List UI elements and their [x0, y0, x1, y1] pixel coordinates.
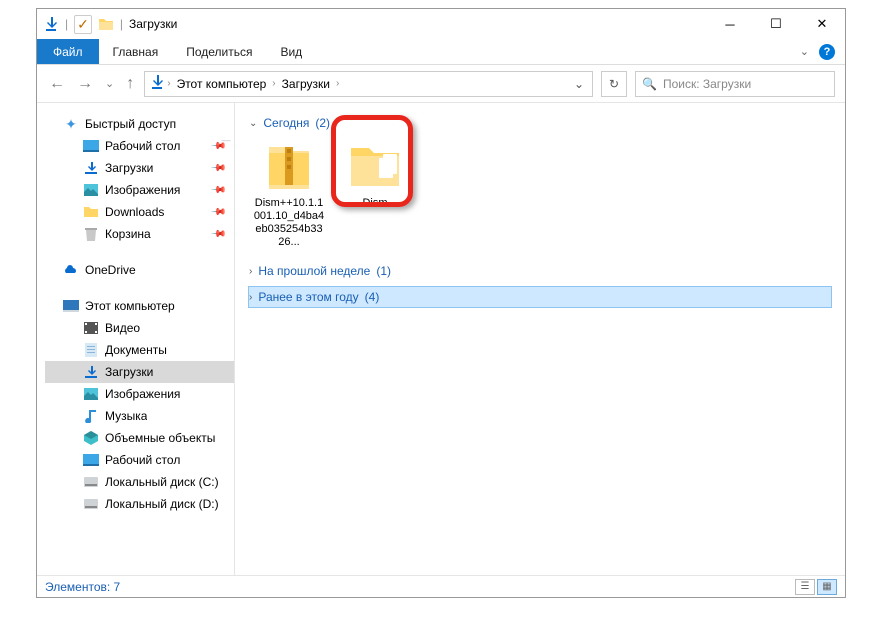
desktop-icon — [83, 138, 99, 154]
group-count: (2) — [315, 116, 330, 130]
sidebar-item-video[interactable]: Видео — [45, 317, 234, 339]
close-button[interactable]: ✕ — [799, 9, 845, 39]
expand-ribbon-icon[interactable]: ⌄ — [800, 45, 809, 58]
group-count: (4) — [365, 290, 380, 304]
disk-icon — [83, 496, 99, 512]
breadcrumb[interactable]: Загрузки — [278, 77, 334, 91]
sidebar-item-desktop[interactable]: Рабочий стол📌 — [45, 135, 234, 157]
sidebar-scrollbar[interactable]: — — [218, 103, 234, 575]
folder-icon — [83, 204, 99, 220]
search-box[interactable]: 🔍 Поиск: Загрузки — [635, 71, 835, 97]
explorer-window: | ✓ | Загрузки ─ ☐ ✕ Файл Главная Подели… — [36, 8, 846, 598]
chevron-right-icon: › — [249, 292, 252, 303]
file-item-zip[interactable]: Dism++10.1.1001.10_d4ba4eb035254b3326... — [253, 139, 325, 249]
ribbon-tab-share[interactable]: Поделиться — [172, 39, 266, 64]
chevron-right-icon[interactable]: › — [336, 78, 339, 89]
separator: | — [65, 17, 68, 31]
sidebar-onedrive[interactable]: OneDrive — [45, 259, 234, 281]
sidebar-item-music[interactable]: Музыка — [45, 405, 234, 427]
pc-icon — [63, 298, 79, 314]
nav-bar: ← → ⌄ ↑ › Этот компьютер › Загрузки › ⌄ … — [37, 65, 845, 103]
download-arrow-icon — [43, 16, 59, 32]
group-last-week: › На прошлой неделе (1) — [249, 261, 831, 281]
file-tab[interactable]: Файл — [37, 39, 99, 64]
details-view-button[interactable]: ☰ — [795, 579, 815, 595]
disk-icon — [83, 474, 99, 490]
search-placeholder: Поиск: Загрузки — [663, 77, 751, 91]
group-header[interactable]: › Ранее в этом году (4) — [249, 287, 831, 307]
sidebar-item-downloads[interactable]: Загрузки — [45, 361, 234, 383]
address-bar[interactable]: › Этот компьютер › Загрузки › ⌄ — [144, 71, 593, 97]
sidebar-item-documents[interactable]: Документы — [45, 339, 234, 361]
sidebar-this-pc[interactable]: Этот компьютер — [45, 295, 234, 317]
up-button[interactable]: ↑ — [124, 75, 136, 93]
icons-view-button[interactable]: ▦ — [817, 579, 837, 595]
recent-button[interactable]: ⌄ — [103, 77, 116, 90]
sidebar-item-downloads-en[interactable]: Downloads📌 — [45, 201, 234, 223]
sidebar-item-desktop[interactable]: Рабочий стол — [45, 449, 234, 471]
music-icon — [83, 408, 99, 424]
group-label: Сегодня — [263, 116, 309, 130]
pictures-icon — [83, 386, 99, 402]
group-count: (1) — [376, 264, 391, 278]
status-items: Элементов: 7 — [45, 580, 120, 594]
zip-icon — [261, 139, 317, 195]
title-bar[interactable]: | ✓ | Загрузки ─ ☐ ✕ — [37, 9, 845, 39]
sidebar-item-3d[interactable]: Объемные объекты — [45, 427, 234, 449]
group-today: ⌄ Сегодня (2) Dism++10.1.1001.10_d4ba4eb… — [249, 113, 831, 255]
ribbon-tabs: Файл Главная Поделиться Вид ⌄ ? — [37, 39, 845, 65]
download-arrow-icon — [83, 364, 99, 380]
desktop-icon — [83, 452, 99, 468]
back-button[interactable]: ← — [47, 75, 67, 93]
address-dropdown-icon[interactable]: ⌄ — [566, 77, 592, 91]
refresh-button[interactable]: ↻ — [601, 71, 627, 97]
chevron-down-icon: ⌄ — [249, 118, 257, 129]
content-pane[interactable]: ⌄ Сегодня (2) Dism++10.1.1001.10_d4ba4eb… — [235, 103, 845, 575]
maximize-button[interactable]: ☐ — [753, 9, 799, 39]
chevron-right-icon[interactable]: › — [272, 78, 275, 89]
status-bar: Элементов: 7 ☰ ▦ — [37, 575, 845, 597]
file-label: Dism — [362, 197, 387, 210]
download-arrow-icon — [149, 74, 165, 93]
file-item-folder[interactable]: Dism — [339, 139, 411, 249]
ribbon-tab-home[interactable]: Главная — [99, 39, 173, 64]
chevron-right-icon[interactable]: › — [167, 78, 170, 89]
window-title: Загрузки — [129, 17, 177, 31]
breadcrumb[interactable]: Этот компьютер — [173, 77, 271, 91]
sidebar-quick-access[interactable]: ✦ Быстрый доступ — [45, 113, 234, 135]
pictures-icon — [83, 182, 99, 198]
sidebar-item-trash[interactable]: Корзина📌 — [45, 223, 234, 245]
group-header[interactable]: ⌄ Сегодня (2) — [249, 113, 831, 133]
sidebar-item-pictures[interactable]: Изображения📌 — [45, 179, 234, 201]
sidebar-item-pictures[interactable]: Изображения — [45, 383, 234, 405]
folder-icon — [347, 139, 403, 195]
search-icon: 🔍 — [642, 77, 657, 91]
folder-icon — [98, 17, 114, 31]
group-earlier-year: › Ранее в этом году (4) — [249, 287, 831, 307]
navigation-pane: ✦ Быстрый доступ Рабочий стол📌 Загрузки📌… — [37, 103, 235, 575]
documents-icon — [83, 342, 99, 358]
minimize-button[interactable]: ─ — [707, 9, 753, 39]
trash-icon — [83, 226, 99, 242]
group-label: На прошлой неделе — [258, 264, 370, 278]
sidebar-item-disk-c[interactable]: Локальный диск (C:) — [45, 471, 234, 493]
forward-button[interactable]: → — [75, 75, 95, 93]
chevron-right-icon: › — [249, 266, 252, 277]
star-icon: ✦ — [63, 116, 79, 132]
download-arrow-icon — [83, 160, 99, 176]
ribbon-tab-view[interactable]: Вид — [266, 39, 316, 64]
sidebar-item-disk-d[interactable]: Локальный диск (D:) — [45, 493, 234, 515]
check-icon[interactable]: ✓ — [74, 15, 92, 34]
3d-icon — [83, 430, 99, 446]
separator: | — [120, 17, 123, 31]
onedrive-icon — [63, 262, 79, 278]
file-label: Dism++10.1.1001.10_d4ba4eb035254b3326... — [253, 197, 325, 249]
group-label: Ранее в этом году — [258, 290, 358, 304]
sidebar-item-downloads[interactable]: Загрузки📌 — [45, 157, 234, 179]
group-header[interactable]: › На прошлой неделе (1) — [249, 261, 831, 281]
help-icon[interactable]: ? — [819, 44, 835, 60]
video-icon — [83, 320, 99, 336]
